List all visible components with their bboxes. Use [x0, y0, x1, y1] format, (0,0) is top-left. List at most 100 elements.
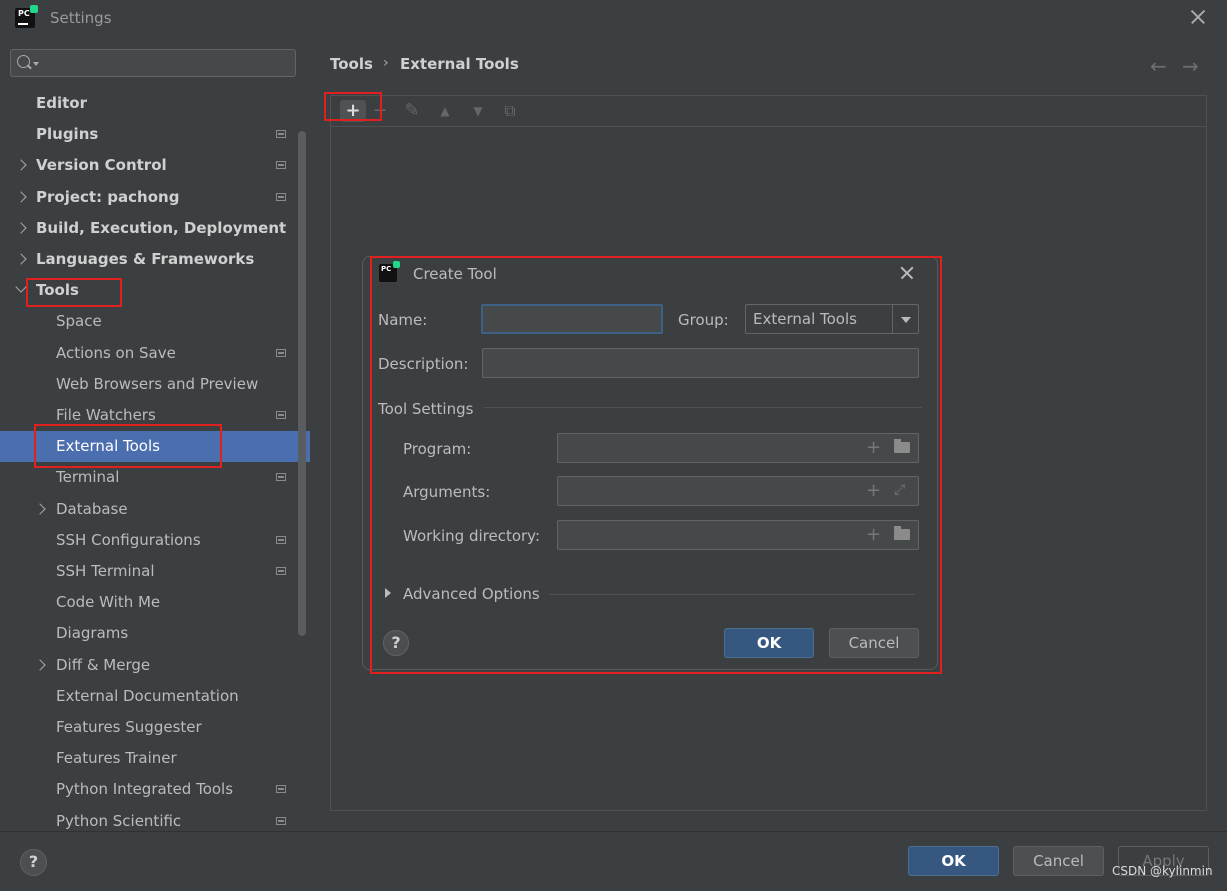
sidebar-item-label: Project: pachong: [36, 187, 180, 206]
sidebar-item[interactable]: Actions on Save: [0, 338, 310, 369]
chevron-right-icon[interactable]: [15, 253, 27, 265]
project-level-icon: [276, 348, 286, 357]
sidebar-item[interactable]: External Tools: [0, 431, 310, 463]
sidebar-item-label: Tools: [36, 281, 79, 300]
insert-macro-icon[interactable]: +: [866, 439, 881, 457]
move-down-icon[interactable]: ▼: [469, 102, 487, 120]
arguments-label: Arguments:: [403, 483, 491, 501]
name-input[interactable]: [481, 304, 663, 334]
sidebar-item[interactable]: Code With Me: [0, 587, 310, 618]
dialog-cancel-button[interactable]: Cancel: [829, 628, 919, 658]
group-select-value: External Tools: [753, 310, 857, 328]
pycharm-logo-icon: PC: [379, 261, 400, 282]
sidebar-item[interactable]: SSH Configurations: [0, 525, 310, 556]
sidebar-item[interactable]: Languages & Frameworks: [0, 244, 310, 275]
sidebar-item[interactable]: Editor: [0, 88, 310, 119]
sidebar-item[interactable]: Features Suggester: [0, 712, 310, 743]
sidebar-item[interactable]: Diff & Merge: [0, 650, 310, 681]
sidebar-item-label: Terminal: [56, 468, 120, 487]
project-level-icon: [276, 411, 286, 419]
window-title: Settings: [50, 9, 112, 27]
description-label: Description:: [378, 355, 469, 373]
name-label: Name:: [378, 311, 428, 329]
sidebar-item[interactable]: External Documentation: [0, 681, 310, 712]
sidebar-item[interactable]: Project: pachong: [0, 182, 310, 213]
folder-icon[interactable]: [894, 526, 910, 540]
project-level-icon: [276, 130, 286, 139]
dialog-close-icon[interactable]: [899, 265, 915, 281]
sidebar-item[interactable]: Space: [0, 306, 310, 337]
sidebar-item[interactable]: Python Scientific: [0, 806, 310, 831]
group-select[interactable]: External Tools: [745, 304, 919, 334]
sidebar-item[interactable]: Database: [0, 494, 310, 525]
working-directory-input[interactable]: +: [557, 520, 919, 550]
settings-footer: ? OK Cancel Apply: [0, 831, 1227, 891]
advanced-options-toggle[interactable]: Advanced Options: [403, 585, 540, 603]
help-button[interactable]: ?: [383, 630, 409, 656]
chevron-right-icon[interactable]: [15, 159, 27, 172]
sidebar-item-label: SSH Terminal: [56, 562, 155, 580]
program-input[interactable]: +: [557, 433, 919, 463]
expand-icon[interactable]: ⤢: [894, 482, 905, 498]
ok-button[interactable]: OK: [908, 846, 999, 876]
section-divider: [484, 407, 922, 408]
chevron-right-icon[interactable]: [34, 658, 46, 671]
sidebar-item-label: Editor: [36, 94, 87, 112]
remove-tool-icon[interactable]: −: [371, 102, 389, 120]
dialog-title: Create Tool: [413, 265, 497, 283]
expand-triangle-icon[interactable]: [385, 588, 391, 598]
sidebar-item[interactable]: Python Integrated Tools: [0, 774, 310, 805]
sidebar-item-label: External Documentation: [56, 686, 239, 705]
chevron-down-icon[interactable]: [15, 281, 27, 293]
sidebar-item[interactable]: SSH Terminal: [0, 556, 310, 587]
copy-tool-icon[interactable]: ⧉: [501, 102, 519, 120]
search-icon: [17, 55, 30, 68]
project-level-icon: [276, 535, 286, 544]
project-level-icon: [276, 785, 286, 794]
edit-tool-icon[interactable]: ✎: [403, 102, 421, 120]
program-label: Program:: [403, 440, 472, 458]
sidebar-item-label: File Watchers: [56, 406, 156, 424]
sidebar-item[interactable]: Build, Execution, Deployment: [0, 213, 310, 244]
sidebar-scrollbar[interactable]: [298, 131, 306, 636]
sidebar-item[interactable]: Web Browsers and Preview: [0, 369, 310, 400]
sidebar-item[interactable]: Features Trainer: [0, 743, 310, 774]
breadcrumb-parent[interactable]: Tools: [330, 55, 373, 73]
project-level-icon: [276, 192, 286, 201]
sidebar-item[interactable]: Version Control: [0, 150, 310, 181]
sidebar-item-label: Features Suggester: [56, 718, 202, 736]
add-tool-button[interactable]: +: [340, 100, 366, 122]
sidebar-item-label: Actions on Save: [56, 343, 176, 362]
sidebar-item-label: Code With Me: [56, 593, 161, 612]
insert-macro-icon[interactable]: +: [866, 482, 881, 500]
window-close-icon[interactable]: [1188, 7, 1208, 27]
group-label: Group:: [678, 311, 729, 329]
sidebar-item-label: Python Integrated Tools: [56, 780, 234, 799]
back-arrow-icon[interactable]: ←: [1150, 54, 1167, 78]
cancel-button[interactable]: Cancel: [1013, 846, 1104, 876]
dialog-ok-button[interactable]: OK: [724, 628, 814, 658]
sidebar-item-label: Languages & Frameworks: [36, 250, 255, 268]
arguments-input[interactable]: + ⤢: [557, 476, 919, 506]
project-level-icon: [276, 567, 286, 575]
sidebar-item[interactable]: Diagrams: [0, 618, 310, 649]
chevron-down-icon[interactable]: [892, 305, 919, 333]
sidebar-item[interactable]: File Watchers: [0, 400, 310, 431]
chevron-right-icon[interactable]: [34, 502, 46, 515]
search-field[interactable]: [10, 49, 296, 77]
forward-arrow-icon[interactable]: →: [1182, 54, 1199, 78]
sidebar-item-label: Python Scientific: [56, 811, 182, 830]
sidebar-item-label: Web Browsers and Preview: [56, 374, 259, 393]
chevron-right-icon[interactable]: [15, 222, 27, 234]
chevron-right-icon[interactable]: [15, 190, 27, 203]
description-input[interactable]: [482, 348, 919, 378]
sidebar-item[interactable]: Plugins: [0, 119, 310, 150]
sidebar-item[interactable]: Tools: [0, 275, 310, 306]
move-up-icon[interactable]: ▲: [436, 102, 454, 120]
search-options-chevron-down-icon[interactable]: [33, 62, 39, 66]
sidebar-item-label: Space: [56, 312, 102, 331]
folder-icon[interactable]: [894, 439, 910, 453]
insert-macro-icon[interactable]: +: [866, 526, 881, 544]
sidebar-item[interactable]: Terminal: [0, 462, 310, 493]
help-button[interactable]: ?: [20, 849, 47, 876]
